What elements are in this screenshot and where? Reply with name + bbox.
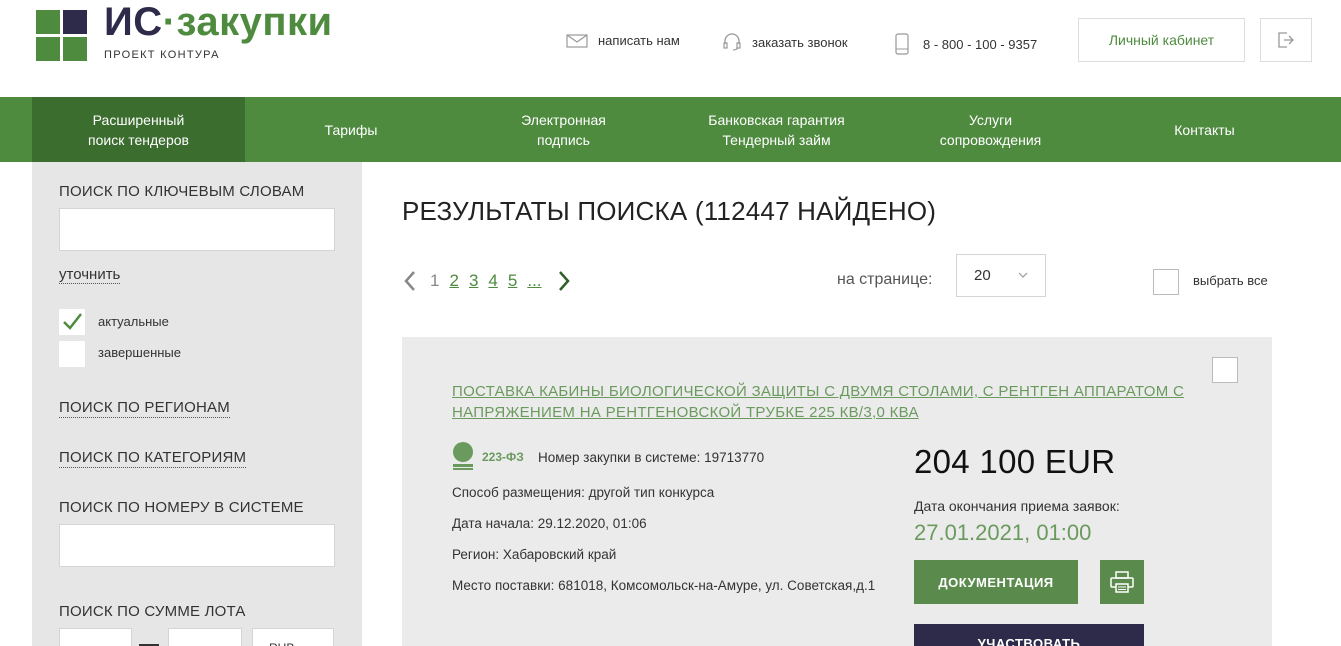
main-nav: Расширенный поиск тендеров Тарифы Электро… (0, 97, 1341, 162)
phone-number: 8 - 800 - 100 - 9357 (923, 36, 1038, 52)
tender-number: Номер закупки в системе: 19713770 (538, 450, 765, 465)
nav-tariffs[interactable]: Тарифы (245, 97, 457, 162)
printer-icon (1110, 571, 1134, 593)
refine-link[interactable]: уточнить (59, 266, 121, 284)
tender-select-checkbox[interactable] (1212, 357, 1238, 383)
page-1[interactable]: 1 (430, 271, 439, 291)
deadline-label: Дата окончания приема заявок: (914, 498, 1120, 514)
results-title: РЕЗУЛЬТАТЫ ПОИСКА (112447 НАЙДЕНО) (402, 196, 937, 226)
participate-button[interactable]: УЧАСТВОВАТЬ (914, 624, 1144, 646)
tender-place: Место поставки: 681018, Комсомольск-на-А… (452, 578, 876, 593)
write-us-label: написать нам (598, 33, 680, 48)
number-search-label: ПОИСК ПО НОМЕРУ В СИСТЕМЕ (59, 499, 304, 516)
phone-icon (895, 33, 909, 55)
page-3[interactable]: 3 (469, 271, 478, 291)
checkmark-icon (63, 313, 82, 330)
finished-checkbox[interactable] (59, 341, 85, 367)
next-page-icon[interactable] (556, 270, 572, 292)
deadline-value: 27.01.2021, 01:00 (914, 520, 1092, 545)
print-button[interactable] (1100, 560, 1144, 604)
nav-e-signature[interactable]: Электронная подпись (457, 97, 670, 162)
page-5[interactable]: 5 (508, 271, 517, 291)
currency-select[interactable]: RUB (252, 628, 334, 646)
order-call-link[interactable]: заказать звонок (722, 33, 848, 51)
phone-link[interactable]: 8 - 800 - 100 - 9357 (895, 33, 1037, 55)
logout-icon (1278, 32, 1294, 48)
sum-to-input[interactable] (168, 628, 242, 646)
sum-from-input[interactable] (59, 628, 132, 646)
sum-search-label: ПОИСК ПО СУММЕ ЛОТА (59, 603, 246, 620)
envelope-icon (566, 33, 588, 48)
per-page-value: 20 (974, 267, 991, 284)
nav-advanced-search[interactable]: Расширенный поиск тендеров (32, 97, 245, 162)
per-page-label: на странице: (837, 271, 933, 288)
nav-services[interactable]: Услуги сопровождения (883, 97, 1098, 162)
write-us-link[interactable]: написать нам (566, 33, 680, 48)
tender-method: Способ размещения: другой тип конкурса (452, 485, 715, 500)
per-page-select[interactable]: 20 (956, 254, 1046, 297)
documentation-button[interactable]: ДОКУМЕНТАЦИЯ (914, 560, 1078, 604)
page-more[interactable]: ... (527, 271, 541, 291)
logout-button[interactable] (1260, 18, 1312, 62)
law-tag: 223-ФЗ (482, 450, 524, 464)
logo-icon[interactable] (36, 10, 88, 62)
header: ИС·закупки ПРОЕКТ КОНТУРА написать нам з… (0, 0, 1341, 97)
tender-region: Регион: Хабаровский край (452, 547, 617, 562)
headset-icon (723, 33, 741, 51)
select-all-checkbox[interactable] (1153, 269, 1179, 295)
nav-bank-guarantee[interactable]: Банковская гарантия Тендерный займ (670, 97, 883, 162)
cabinet-button[interactable]: Личный кабинет (1078, 18, 1245, 62)
tender-price: 204 100 EUR (914, 443, 1116, 480)
number-search-input[interactable] (59, 524, 335, 567)
finished-label: завершенные (98, 345, 182, 360)
law-icon (453, 442, 473, 470)
keyword-search-label: ПОИСК ПО КЛЮЧЕВЫМ СЛОВАМ (59, 183, 305, 200)
logo-text[interactable]: ИС·закупки (104, 0, 333, 44)
category-search-link[interactable]: ПОИСК ПО КАТЕГОРИЯМ (59, 449, 247, 468)
chevron-down-icon (1018, 272, 1028, 278)
region-search-link[interactable]: ПОИСК ПО РЕГИОНАМ (59, 399, 230, 418)
page-4[interactable]: 4 (488, 271, 497, 291)
pagination: 1 2 3 4 5 ... (402, 268, 572, 294)
prev-page-icon[interactable] (402, 270, 418, 292)
keyword-search-input[interactable] (59, 208, 335, 251)
tender-title-link[interactable]: ПОСТАВКА КАБИНЫ БИОЛОГИЧЕСКОЙ ЗАЩИТЫ С Д… (452, 381, 1192, 423)
order-call-label: заказать звонок (752, 34, 848, 50)
actual-checkbox[interactable] (59, 309, 85, 335)
tender-start-date: Дата начала: 29.12.2020, 01:06 (452, 516, 647, 531)
logo-subtitle: ПРОЕКТ КОНТУРА (104, 49, 220, 61)
search-sidebar: ПОИСК ПО КЛЮЧЕВЫМ СЛОВАМ уточнить актуал… (32, 162, 362, 646)
nav-contacts[interactable]: Контакты (1098, 97, 1311, 162)
tender-card: ПОСТАВКА КАБИНЫ БИОЛОГИЧЕСКОЙ ЗАЩИТЫ С Д… (402, 337, 1272, 646)
select-all-label: выбрать все (1193, 273, 1268, 288)
actual-label: актуальные (98, 314, 169, 329)
page-2[interactable]: 2 (449, 271, 458, 291)
